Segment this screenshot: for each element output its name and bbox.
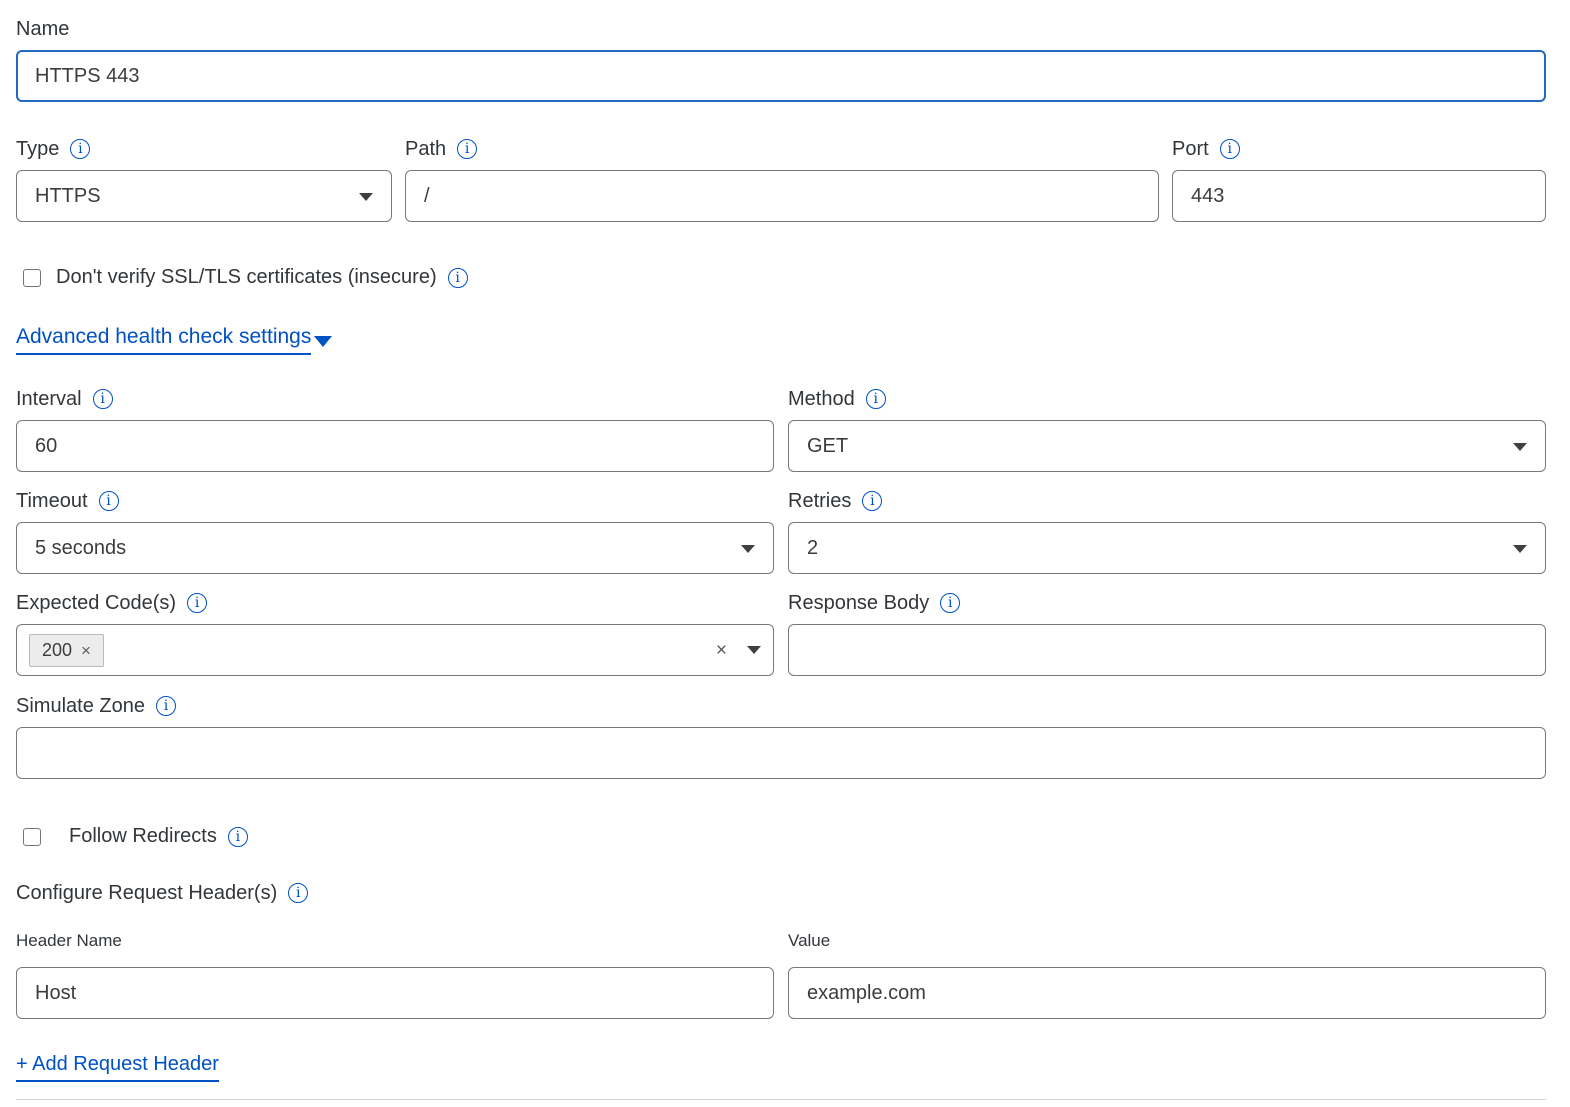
retries-info-icon[interactable]: i xyxy=(862,491,882,511)
chevron-down-icon xyxy=(1513,443,1527,451)
path-info-icon[interactable]: i xyxy=(457,139,477,159)
name-label: Name xyxy=(16,18,1546,40)
path-field-group: Path i xyxy=(405,138,1159,222)
name-label-text: Name xyxy=(16,18,69,40)
expected-codes-info-icon[interactable]: i xyxy=(187,593,207,613)
response-body-input[interactable] xyxy=(788,624,1546,676)
type-label: Type i xyxy=(16,138,392,160)
path-label: Path i xyxy=(405,138,1159,160)
retries-label: Retries i xyxy=(788,490,1546,512)
retries-field-group: Retries i 2 xyxy=(788,490,1546,574)
simulate-zone-label: Simulate Zone i xyxy=(16,695,1546,717)
code-tag: 200 × xyxy=(29,634,104,667)
method-select-value: GET xyxy=(807,435,848,458)
interval-method-row: Interval i Method i GET xyxy=(16,388,1546,472)
request-header-row: Header Name Value xyxy=(16,931,1546,1019)
expected-codes-label: Expected Code(s) i xyxy=(16,592,774,614)
timeout-select-value: 5 seconds xyxy=(35,537,126,560)
header-value-input[interactable] xyxy=(788,967,1546,1019)
chevron-down-icon xyxy=(359,193,373,201)
interval-label: Interval i xyxy=(16,388,774,410)
timeout-field-group: Timeout i 5 seconds xyxy=(16,490,774,574)
port-label: Port i xyxy=(1172,138,1546,160)
tag-remove-icon[interactable]: × xyxy=(81,642,91,659)
expected-codes-label-text: Expected Code(s) xyxy=(16,592,176,614)
follow-redirects-checkbox[interactable] xyxy=(23,828,41,846)
follow-redirects-info-icon[interactable]: i xyxy=(228,827,248,847)
follow-redirects-label: Follow Redirects xyxy=(69,825,217,848)
response-body-label: Response Body i xyxy=(788,592,1546,614)
add-header-row: + Add Request Header xyxy=(16,1053,1546,1082)
ssl-verify-checkbox-row: Don't verify SSL/TLS certificates (insec… xyxy=(16,266,1546,289)
port-input[interactable] xyxy=(1172,170,1546,222)
timeout-label: Timeout i xyxy=(16,490,774,512)
simulate-zone-info-icon[interactable]: i xyxy=(156,696,176,716)
timeout-label-text: Timeout xyxy=(16,490,88,512)
follow-redirects-checkbox-row: Follow Redirects i xyxy=(16,825,1546,848)
interval-field-group: Interval i xyxy=(16,388,774,472)
code-tag-text: 200 xyxy=(42,640,72,661)
expected-codes-multiselect[interactable]: 200 × × xyxy=(16,624,774,676)
ssl-verify-info-icon[interactable]: i xyxy=(448,268,468,288)
method-label-text: Method xyxy=(788,388,855,410)
port-field-group: Port i xyxy=(1172,138,1546,222)
chevron-down-icon[interactable] xyxy=(747,646,761,654)
interval-input[interactable] xyxy=(16,420,774,472)
response-body-label-text: Response Body xyxy=(788,592,929,614)
port-info-icon[interactable]: i xyxy=(1220,139,1240,159)
expected-codes-field-group: Expected Code(s) i 200 × × xyxy=(16,592,774,676)
advanced-settings-link[interactable]: Advanced health check settings xyxy=(16,325,332,355)
health-check-form: Name Type i HTTPS Path i xyxy=(0,0,1570,1100)
name-field-group: Name xyxy=(16,18,1546,102)
type-path-port-row: Type i HTTPS Path i Port i xyxy=(16,138,1546,222)
interval-info-icon[interactable]: i xyxy=(93,389,113,409)
clear-icon[interactable]: × xyxy=(716,641,727,660)
type-select[interactable]: HTTPS xyxy=(16,170,392,222)
timeout-select[interactable]: 5 seconds xyxy=(16,522,774,574)
triangle-down-icon xyxy=(314,336,332,347)
advanced-settings-link-text: Advanced health check settings xyxy=(16,325,311,355)
section-divider xyxy=(16,1099,1546,1100)
name-input[interactable] xyxy=(16,50,1546,102)
path-label-text: Path xyxy=(405,138,446,160)
configure-headers-info-icon[interactable]: i xyxy=(288,883,308,903)
simulate-zone-label-text: Simulate Zone xyxy=(16,695,145,717)
chevron-down-icon xyxy=(741,545,755,553)
header-name-label: Header Name xyxy=(16,931,774,950)
configure-headers-label-text: Configure Request Header(s) xyxy=(16,882,277,904)
configure-headers-label: Configure Request Header(s) i xyxy=(16,882,1546,904)
simulate-zone-input[interactable] xyxy=(16,727,1546,779)
timeout-retries-row: Timeout i 5 seconds Retries i 2 xyxy=(16,490,1546,574)
method-info-icon[interactable]: i xyxy=(866,389,886,409)
retries-select[interactable]: 2 xyxy=(788,522,1546,574)
interval-label-text: Interval xyxy=(16,388,82,410)
method-select[interactable]: GET xyxy=(788,420,1546,472)
ssl-verify-checkbox[interactable] xyxy=(23,269,41,287)
retries-label-text: Retries xyxy=(788,490,851,512)
add-request-header-link[interactable]: + Add Request Header xyxy=(16,1053,219,1082)
type-label-text: Type xyxy=(16,138,59,160)
type-field-group: Type i HTTPS xyxy=(16,138,392,222)
ssl-verify-label: Don't verify SSL/TLS certificates (insec… xyxy=(56,266,437,289)
simulate-zone-field-group: Simulate Zone i xyxy=(16,695,1546,779)
type-select-value: HTTPS xyxy=(35,185,101,208)
method-label: Method i xyxy=(788,388,1546,410)
header-name-field-group: Header Name xyxy=(16,931,774,1019)
response-body-info-icon[interactable]: i xyxy=(940,593,960,613)
codes-body-row: Expected Code(s) i 200 × × Response xyxy=(16,592,1546,676)
retries-select-value: 2 xyxy=(807,537,818,560)
header-value-field-group: Value xyxy=(788,931,1546,1019)
port-label-text: Port xyxy=(1172,138,1209,160)
response-body-field-group: Response Body i xyxy=(788,592,1546,676)
header-name-input[interactable] xyxy=(16,967,774,1019)
multiselect-controls: × xyxy=(716,641,761,660)
method-field-group: Method i GET xyxy=(788,388,1546,472)
path-input[interactable] xyxy=(405,170,1159,222)
chevron-down-icon xyxy=(1513,545,1527,553)
header-value-label: Value xyxy=(788,931,1546,950)
advanced-settings-row: Advanced health check settings xyxy=(16,325,1546,355)
type-info-icon[interactable]: i xyxy=(70,139,90,159)
timeout-info-icon[interactable]: i xyxy=(99,491,119,511)
